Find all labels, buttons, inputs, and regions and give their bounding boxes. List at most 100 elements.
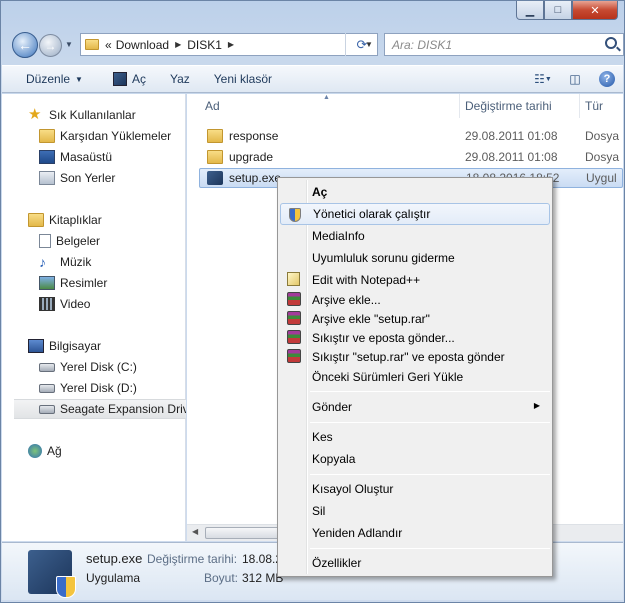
menu-item-copy[interactable]: Kopyala [280, 448, 550, 470]
back-arrow-icon: ← [18, 37, 32, 53]
menu-item-create-shortcut[interactable]: Kısayol Oluştur [280, 478, 550, 500]
library-icon [28, 213, 44, 227]
column-divider[interactable] [459, 94, 460, 118]
menu-label: Sil [312, 504, 326, 518]
file-row-response[interactable]: response 29.08.2011 01:08 Dosya [199, 126, 623, 146]
sidebar-item-label: Masaüstü [60, 150, 113, 164]
new-folder-button[interactable]: Yeni klasör [208, 68, 278, 90]
refresh-button[interactable]: ⟳ [345, 33, 378, 56]
menu-label: Kısayol Oluştur [312, 482, 394, 496]
menu-separator [310, 391, 550, 392]
file-type: Dosya [585, 150, 620, 164]
forward-button[interactable]: → [39, 34, 62, 57]
column-header-date[interactable]: Değiştirme tarihi [465, 94, 552, 118]
search-icon[interactable] [605, 37, 617, 49]
sidebar-item-label: Son Yerler [60, 171, 116, 185]
menu-label: MediaInfo [312, 229, 365, 243]
sidebar-libraries[interactable]: Kitaplıklar [28, 210, 212, 230]
organize-button[interactable]: Düzenle ▼ [20, 68, 89, 90]
menu-separator [310, 474, 550, 475]
new-folder-label: Yeni klasör [213, 72, 273, 86]
menu-label: Sıkıştır "setup.rar" ve eposta gönder [312, 350, 505, 364]
column-type-label: Tür [585, 99, 603, 113]
column-date-label: Değiştirme tarihi [465, 99, 552, 113]
computer-icon [28, 339, 44, 353]
star-icon: ★ [28, 106, 42, 123]
breadcrumb-separator-icon[interactable]: ▶ [228, 40, 234, 49]
folder-icon [85, 39, 99, 50]
breadcrumb-separator-icon[interactable]: ▶ [175, 40, 181, 49]
menu-item-restore-previous[interactable]: Önceki Sürümleri Geri Yükle [280, 366, 550, 388]
menu-label: Yeniden Adlandır [312, 526, 403, 540]
app-icon [112, 72, 127, 86]
uac-shield-icon [289, 208, 301, 222]
address-overflow[interactable]: « [105, 38, 112, 52]
scrollbar-thumb[interactable] [205, 527, 285, 539]
scroll-left-icon[interactable]: ◀ [192, 527, 198, 536]
sidebar-item-label: Seagate Expansion Drive [60, 402, 186, 416]
menu-item-open[interactable]: Aç [280, 181, 550, 203]
music-icon: ♪ [39, 254, 46, 270]
menu-label: Yönetici olarak çalıştır [313, 207, 431, 221]
sidebar-favorites[interactable]: ★ Sık Kullanılanlar [28, 105, 212, 125]
help-button[interactable]: ? [595, 69, 619, 89]
menu-item-notepadpp[interactable]: Edit with Notepad++ [280, 269, 550, 291]
menu-item-run-as-admin[interactable]: Yönetici olarak çalıştır [280, 203, 550, 225]
close-button[interactable]: ✕ [572, 1, 618, 20]
sidebar-item-label: Resimler [60, 276, 108, 290]
file-row-upgrade[interactable]: upgrade 29.08.2011 01:08 Dosya [199, 147, 623, 167]
preview-pane-icon[interactable]: ◫ [563, 69, 587, 89]
recent-pages-dropdown-icon[interactable]: ▼ [65, 40, 75, 50]
back-button[interactable]: ← [12, 32, 38, 58]
sidebar-computer-label: Bilgisayar [49, 339, 102, 353]
menu-item-cut[interactable]: Kes [280, 426, 550, 448]
setup-large-icon [28, 550, 76, 598]
sidebar-computer[interactable]: Bilgisayar [28, 336, 212, 356]
menu-label: Uyumluluk sorunu giderme [312, 251, 455, 265]
drive-icon [39, 362, 55, 372]
menu-item-delete[interactable]: Sil [280, 500, 550, 522]
command-bar: Düzenle ▼ Aç Yaz Yeni klasör ☷ ▼ ◫ ? [2, 65, 623, 93]
menu-item-troubleshoot[interactable]: Uyumluluk sorunu giderme [280, 247, 550, 269]
print-button[interactable]: Yaz [164, 68, 196, 90]
menu-item-rename[interactable]: Yeniden Adlandır [280, 522, 550, 544]
breadcrumb-download[interactable]: Download [116, 38, 169, 52]
menu-item-send-to[interactable]: Gönder ▶ [280, 396, 550, 418]
change-view-icon[interactable]: ☷ ▼ [531, 69, 555, 89]
documents-icon [39, 234, 51, 248]
column-header-type[interactable]: Tür [585, 94, 603, 118]
menu-item-mediainfo[interactable]: MediaInfo [280, 225, 550, 247]
menu-item-compress-named-email[interactable]: Sıkıştır "setup.rar" ve eposta gönder [280, 346, 550, 368]
breadcrumb-disk1[interactable]: DISK1 [187, 38, 222, 52]
column-header-name[interactable]: Ad [205, 94, 220, 118]
video-icon [39, 297, 55, 311]
file-date: 29.08.2011 01:08 [465, 150, 558, 164]
details-modified-label: Değiştirme tarihi: [147, 552, 238, 566]
menu-label: Özellikler [312, 556, 362, 570]
details-type: Uygulama [86, 571, 141, 585]
open-button[interactable]: Aç [107, 68, 152, 90]
folder-icon [207, 129, 223, 143]
sidebar-item-label: Yerel Disk (D:) [60, 381, 137, 395]
search-input[interactable]: Ara: DISK1 [384, 33, 624, 56]
file-name: response [229, 129, 279, 143]
minimize-button[interactable]: ▁ [516, 1, 544, 20]
navigation-pane: ★ Sık Kullanılanlar Karşıdan Yüklemeler … [2, 94, 186, 541]
details-filename: setup.exe [86, 551, 143, 566]
submenu-arrow-icon: ▶ [533, 401, 540, 410]
menu-label: Sıkıştır ve eposta gönder... [312, 331, 455, 345]
address-bar[interactable]: « Download ▶ DISK1 ▶ ▼ [80, 33, 378, 56]
menu-item-properties[interactable]: Özellikler [280, 552, 550, 574]
drive-icon [39, 383, 55, 393]
sidebar-favorites-label: Sık Kullanılanlar [49, 108, 136, 122]
menu-label: Kopyala [312, 452, 356, 466]
maximize-button[interactable]: □ [544, 1, 572, 20]
sidebar-libraries-label: Kitaplıklar [49, 213, 102, 227]
dropdown-arrow-icon: ▼ [75, 74, 83, 84]
sidebar-network[interactable]: Ağ [28, 441, 212, 461]
menu-label: Gönder [312, 400, 353, 414]
file-name: upgrade [229, 150, 274, 164]
sidebar-item-seagate[interactable]: Seagate Expansion Drive [14, 399, 186, 419]
column-divider[interactable] [579, 94, 580, 118]
notepadpp-icon [287, 272, 300, 286]
